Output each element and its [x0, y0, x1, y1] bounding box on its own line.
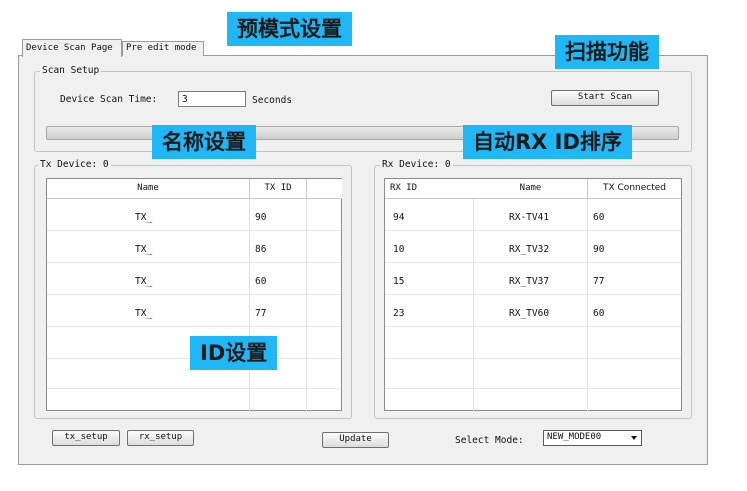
select-mode-label: Select Mode:: [455, 435, 524, 446]
tx-row-id[interactable]: 86: [255, 244, 266, 255]
tx-device-table: Name TX ID TX_ 90 TX_ 86 TX_ 60 TX_ 77: [46, 178, 342, 411]
rx-column-name[interactable]: Name: [474, 179, 588, 199]
rx-row-tx[interactable]: 60: [593, 308, 604, 319]
rx-row-name[interactable]: RX-TV41: [509, 212, 549, 223]
tx-row-name[interactable]: TX_: [135, 308, 152, 319]
tx-row-id[interactable]: 77: [255, 308, 266, 319]
rx-row-divider: [385, 326, 681, 327]
rx-row-id[interactable]: 23: [393, 308, 404, 319]
tx-column-name[interactable]: Name: [47, 179, 250, 199]
select-mode-value: NEW_MODE00: [547, 432, 602, 442]
rx-row-tx[interactable]: 90: [593, 244, 604, 255]
tx-row-name[interactable]: TX_: [135, 212, 152, 223]
tx-row-divider: [47, 326, 341, 327]
update-button[interactable]: Update: [322, 432, 389, 448]
tx-row-divider: [47, 294, 341, 295]
tx-device-legend: Tx Device: 0: [38, 159, 111, 170]
rx-row-tx[interactable]: 60: [593, 212, 604, 223]
tx-row-id[interactable]: 60: [255, 276, 266, 287]
seconds-label: Seconds: [252, 95, 293, 106]
select-mode-dropdown[interactable]: NEW_MODE00: [543, 430, 642, 446]
rx-row-id[interactable]: 15: [393, 276, 404, 287]
rx-setup-button[interactable]: rx_setup: [127, 430, 194, 446]
chevron-down-icon: [631, 436, 637, 440]
tx-row-id[interactable]: 90: [255, 212, 266, 223]
tx-setup-button[interactable]: tx_setup: [52, 430, 120, 446]
tx-column-extra: [307, 179, 342, 199]
tx-row-name[interactable]: TX_: [135, 244, 152, 255]
callout-name-setting: 名称设置: [152, 125, 256, 159]
callout-id-setting: ID设置: [190, 336, 278, 370]
tx-row-divider: [47, 262, 341, 263]
tab-device-scan-page[interactable]: Device Scan Page: [22, 39, 122, 57]
tx-row-divider: [47, 230, 341, 231]
rx-row-divider: [385, 230, 681, 231]
rx-row-name[interactable]: RX_TV32: [509, 244, 549, 255]
rx-row-divider: [385, 262, 681, 263]
tx-row-name[interactable]: TX_: [135, 276, 152, 287]
rx-row-tx[interactable]: 77: [593, 276, 604, 287]
rx-row-name[interactable]: RX_TV37: [509, 276, 549, 287]
rx-row-divider: [385, 358, 681, 359]
scan-setup-legend: Scan Setup: [40, 65, 102, 76]
rx-row-id[interactable]: 10: [393, 244, 404, 255]
scan-time-input[interactable]: 3: [178, 91, 246, 107]
rx-device-table: RX ID Name TX Connected 94 RX-TV41 60 10…: [384, 178, 682, 411]
rx-device-legend: Rx Device: 0: [380, 159, 453, 170]
callout-pre-mode: 预模式设置: [227, 12, 352, 46]
rx-row-id[interactable]: 94: [393, 212, 404, 223]
rx-row-name[interactable]: RX_TV60: [509, 308, 549, 319]
tx-column-id[interactable]: TX ID: [250, 179, 307, 199]
tx-row-divider: [47, 388, 341, 389]
rx-column-tx-connected[interactable]: TX Connected: [588, 179, 681, 199]
tab-pre-edit-mode[interactable]: Pre edit mode: [122, 41, 204, 56]
scan-time-label: Device Scan Time:: [60, 94, 158, 105]
rx-row-divider: [385, 294, 681, 295]
callout-auto-rx-id-sort: 自动RX ID排序: [463, 125, 632, 159]
start-scan-button[interactable]: Start Scan: [551, 90, 659, 106]
rx-row-divider: [385, 388, 681, 389]
rx-column-id[interactable]: RX ID: [385, 179, 479, 199]
callout-scan-function: 扫描功能: [555, 35, 659, 69]
